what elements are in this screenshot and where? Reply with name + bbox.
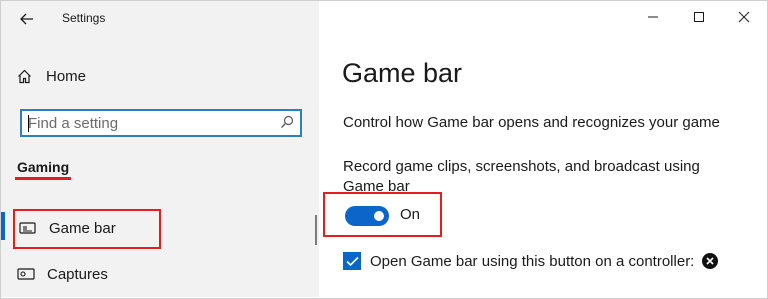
close-icon <box>738 11 750 23</box>
captures-icon <box>17 268 35 280</box>
sidebar-item-label: Game bar <box>49 220 116 237</box>
xbox-icon <box>702 253 719 269</box>
back-arrow-icon <box>20 13 33 25</box>
maximize-icon <box>694 12 704 22</box>
minimize-button[interactable] <box>640 6 666 28</box>
controller-checkbox[interactable] <box>343 252 361 270</box>
sidebar-item-home[interactable]: Home <box>17 65 86 87</box>
selection-indicator <box>1 212 5 240</box>
toggle-highlight: On <box>323 192 442 237</box>
sidebar-item-label: Captures <box>47 265 108 283</box>
minimize-icon <box>648 16 658 18</box>
toggle-state-label: On <box>400 206 421 223</box>
page-title: Game bar <box>342 58 463 88</box>
checkmark-icon <box>345 256 359 266</box>
search-icon[interactable] <box>280 115 294 129</box>
section-heading-highlight <box>15 177 71 180</box>
back-button[interactable] <box>15 7 39 31</box>
checkbox-label: Open Game bar using this button on a con… <box>370 252 695 270</box>
app-title: Settings <box>62 11 106 25</box>
sidebar-item-game-bar[interactable]: Game bar <box>13 209 161 249</box>
search-input[interactable] <box>28 113 268 133</box>
sidebar-scrollbar[interactable] <box>315 215 317 245</box>
toggle-knob <box>374 211 384 221</box>
sidebar-item-label: Home <box>46 67 87 85</box>
record-toggle[interactable] <box>345 206 389 226</box>
game-bar-icon <box>19 222 36 234</box>
search-box[interactable] <box>20 109 302 137</box>
section-heading: Gaming <box>17 159 70 175</box>
text-caret <box>28 115 29 132</box>
description-text: Control how Game bar opens and recognize… <box>343 114 720 131</box>
record-setting-label: Record game clips, screenshots, and broa… <box>343 158 700 195</box>
maximize-button[interactable] <box>686 6 712 28</box>
sidebar-item-captures[interactable]: Captures <box>17 263 108 285</box>
sidebar: Settings Home Gaming Game bar Captures <box>1 1 319 297</box>
close-button[interactable] <box>731 6 757 28</box>
controller-checkbox-row[interactable]: Open Game bar using this button on a con… <box>343 251 719 271</box>
home-icon <box>18 69 31 83</box>
